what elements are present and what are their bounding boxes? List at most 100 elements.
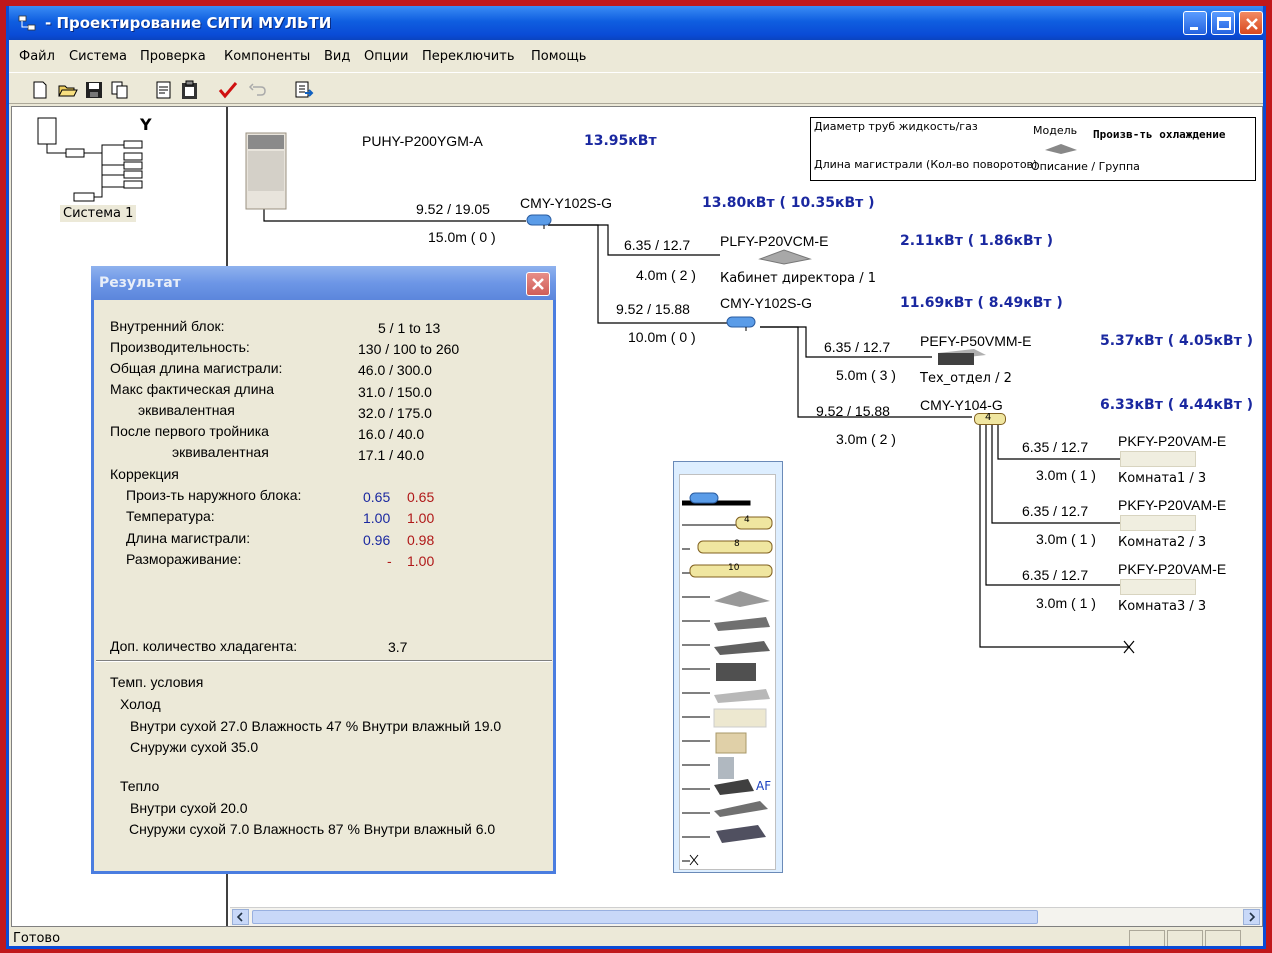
copy-icon[interactable] — [109, 79, 131, 101]
palette-branch-icon[interactable] — [689, 492, 719, 504]
branch1-model: CMY-Y102S-G — [520, 195, 613, 211]
app-icon — [18, 15, 36, 31]
unit1-description: Кабинет директора / 1 — [720, 271, 877, 286]
clipboard-icon[interactable] — [179, 79, 201, 101]
header-joint-label: 4 — [985, 412, 992, 423]
app-window: - Проектирование СИТИ МУЛЬТИ Файл Систем… — [6, 6, 1266, 949]
palette-suspended-icon[interactable] — [714, 689, 770, 703]
branch-joint-icon[interactable] — [526, 213, 554, 229]
menu-options[interactable]: Опции — [364, 49, 408, 64]
print-preview-icon[interactable] — [153, 79, 175, 101]
header-joint-icon[interactable]: 4 — [974, 412, 1006, 425]
unit2-length: 5.0m ( 3 ) — [836, 367, 896, 383]
wall-unit1-description: Комната1 / 3 — [1118, 471, 1207, 486]
branch2-capacity: 11.69кВт ( 8.49кВт ) — [900, 295, 1063, 311]
outdoor-capacity: 13.95кВт — [584, 133, 657, 149]
wall-unit1-length: 3.0m ( 1 ) — [1036, 467, 1096, 483]
result-dialog-title-bar[interactable]: Результат — [91, 266, 556, 300]
palette-ducted-icon[interactable] — [716, 663, 756, 681]
wall-unit1-pipe: 6.35 / 12.7 — [1022, 439, 1089, 455]
wall-unit-icon[interactable] — [1120, 515, 1196, 531]
wall-unit1-model: PKFY-P20VAM-E — [1118, 433, 1227, 449]
correction-label-outdoor: Произ-ть наружного блока: — [126, 487, 302, 503]
wall-unit3-model: PKFY-P20VAM-E — [1118, 561, 1227, 577]
palette-wall-icon[interactable] — [713, 708, 767, 728]
wall-unit3-length: 3.0m ( 1 ) — [1036, 595, 1096, 611]
check-icon[interactable] — [217, 79, 239, 101]
menu-help[interactable]: Помощь — [531, 49, 586, 64]
palette-floor-icon[interactable] — [715, 732, 747, 754]
export-icon[interactable] — [293, 79, 315, 101]
close-button[interactable] — [1239, 11, 1263, 35]
new-file-icon[interactable] — [29, 79, 51, 101]
tree-system-label[interactable]: Система 1 — [60, 205, 137, 222]
tree-header: Y — [140, 115, 152, 134]
wall-unit2-length: 3.0m ( 1 ) — [1036, 531, 1096, 547]
wall-unit3-description: Комната3 / 3 — [1118, 599, 1207, 614]
branch-joint-icon[interactable] — [726, 315, 762, 331]
palette-ducted3-icon[interactable] — [716, 825, 766, 843]
result-value-equivalent: 32.0 / 175.0 — [358, 405, 432, 421]
minimize-button[interactable] — [1183, 11, 1207, 35]
menu-check[interactable]: Проверка — [140, 49, 206, 64]
wall-unit-icon[interactable] — [1120, 579, 1196, 595]
menu-switch[interactable]: Переключить — [422, 49, 515, 64]
palette-af-unit-icon[interactable] — [714, 779, 754, 795]
palette-ceiling2-icon[interactable] — [714, 641, 770, 655]
refrigerant-label: Доп. количество хладагента: — [110, 638, 298, 654]
title-bar[interactable]: - Проектирование СИТИ МУЛЬТИ — [9, 6, 1263, 40]
temp-cool-outside: Снуружи сухой 35.0 — [130, 739, 259, 755]
palette-ceiling-icon[interactable] — [714, 617, 770, 631]
branch2-pipe: 9.52 / 15.88 — [616, 301, 690, 317]
menu-components[interactable]: Компоненты — [224, 49, 310, 64]
palette-list: 4 8 10 AF — [679, 474, 776, 870]
status-panel-3 — [1205, 930, 1241, 946]
result-dialog: Результат Внутренний блок: 5 / 1 to 13 П… — [91, 266, 556, 874]
cassette-unit-icon[interactable] — [758, 247, 812, 265]
palette-items — [682, 492, 773, 866]
result-body: Внутренний блок: 5 / 1 to 13 Производите… — [96, 302, 552, 872]
result-close-button[interactable] — [526, 272, 550, 296]
menu-file[interactable]: Файл — [19, 49, 55, 64]
palette-label-10: 10 — [728, 563, 740, 573]
maximize-icon — [1217, 17, 1231, 30]
result-value-max-length: 31.0 / 150.0 — [358, 384, 432, 400]
open-folder-icon[interactable] — [57, 79, 79, 101]
menu-system[interactable]: Система — [69, 49, 127, 64]
branch2-model: CMY-Y102S-G — [720, 295, 813, 311]
scroll-left-button[interactable] — [232, 909, 249, 925]
result-label-after-first: После первого тройника — [110, 423, 269, 439]
maximize-button[interactable] — [1211, 11, 1235, 35]
header1-pipe: 9.52 / 15.88 — [816, 403, 890, 419]
temp-cool-header: Холод — [120, 696, 161, 712]
palette-ducted2-icon[interactable] — [714, 801, 768, 817]
header1-capacity: 6.33кВт ( 4.44кВт ) — [1100, 397, 1254, 413]
palette-cassette-icon[interactable] — [714, 591, 770, 607]
correction-label-defrost: Размораживание: — [126, 551, 242, 567]
scroll-right-button[interactable] — [1243, 909, 1260, 925]
legend-box: Диаметр труб жидкость/газ Модель Произв-… — [810, 117, 1256, 181]
branch1-length: 15.0m ( 0 ) — [428, 229, 496, 245]
header1-length: 3.0m ( 2 ) — [836, 431, 896, 447]
correction-length-v2: 0.98 — [407, 532, 435, 548]
correction-length-v1: 0.96 — [363, 532, 391, 548]
correction-header: Коррекция — [110, 466, 179, 482]
wall-unit3-pipe: 6.35 / 12.7 — [1022, 567, 1089, 583]
scroll-thumb[interactable] — [252, 910, 1038, 924]
temp-heat-outside: Снуружи сухой 7.0 Влажность 87 % Внутри … — [129, 821, 496, 837]
save-icon[interactable] — [83, 79, 105, 101]
ducted-unit-icon[interactable] — [934, 347, 988, 369]
correction-outdoor-v2: 0.65 — [407, 489, 435, 505]
temp-cool-inside: Внутри сухой 27.0 Влажность 47 % Внутри … — [130, 718, 502, 734]
palette-header-4-icon[interactable] — [735, 516, 773, 530]
outdoor-unit-icon[interactable] — [244, 131, 288, 211]
window-title: - Проектирование СИТИ МУЛЬТИ — [45, 14, 332, 32]
palette-floor2-icon[interactable] — [718, 757, 734, 779]
branch2-length: 10.0m ( 0 ) — [628, 329, 696, 345]
horizontal-scrollbar[interactable] — [230, 907, 1262, 926]
unit1-pipe: 6.35 / 12.7 — [624, 237, 691, 253]
wall-unit-icon[interactable] — [1120, 451, 1196, 467]
undo-icon[interactable] — [247, 79, 269, 101]
menu-view[interactable]: Вид — [324, 49, 350, 64]
header1-model: CMY-Y104-G — [920, 397, 1003, 413]
